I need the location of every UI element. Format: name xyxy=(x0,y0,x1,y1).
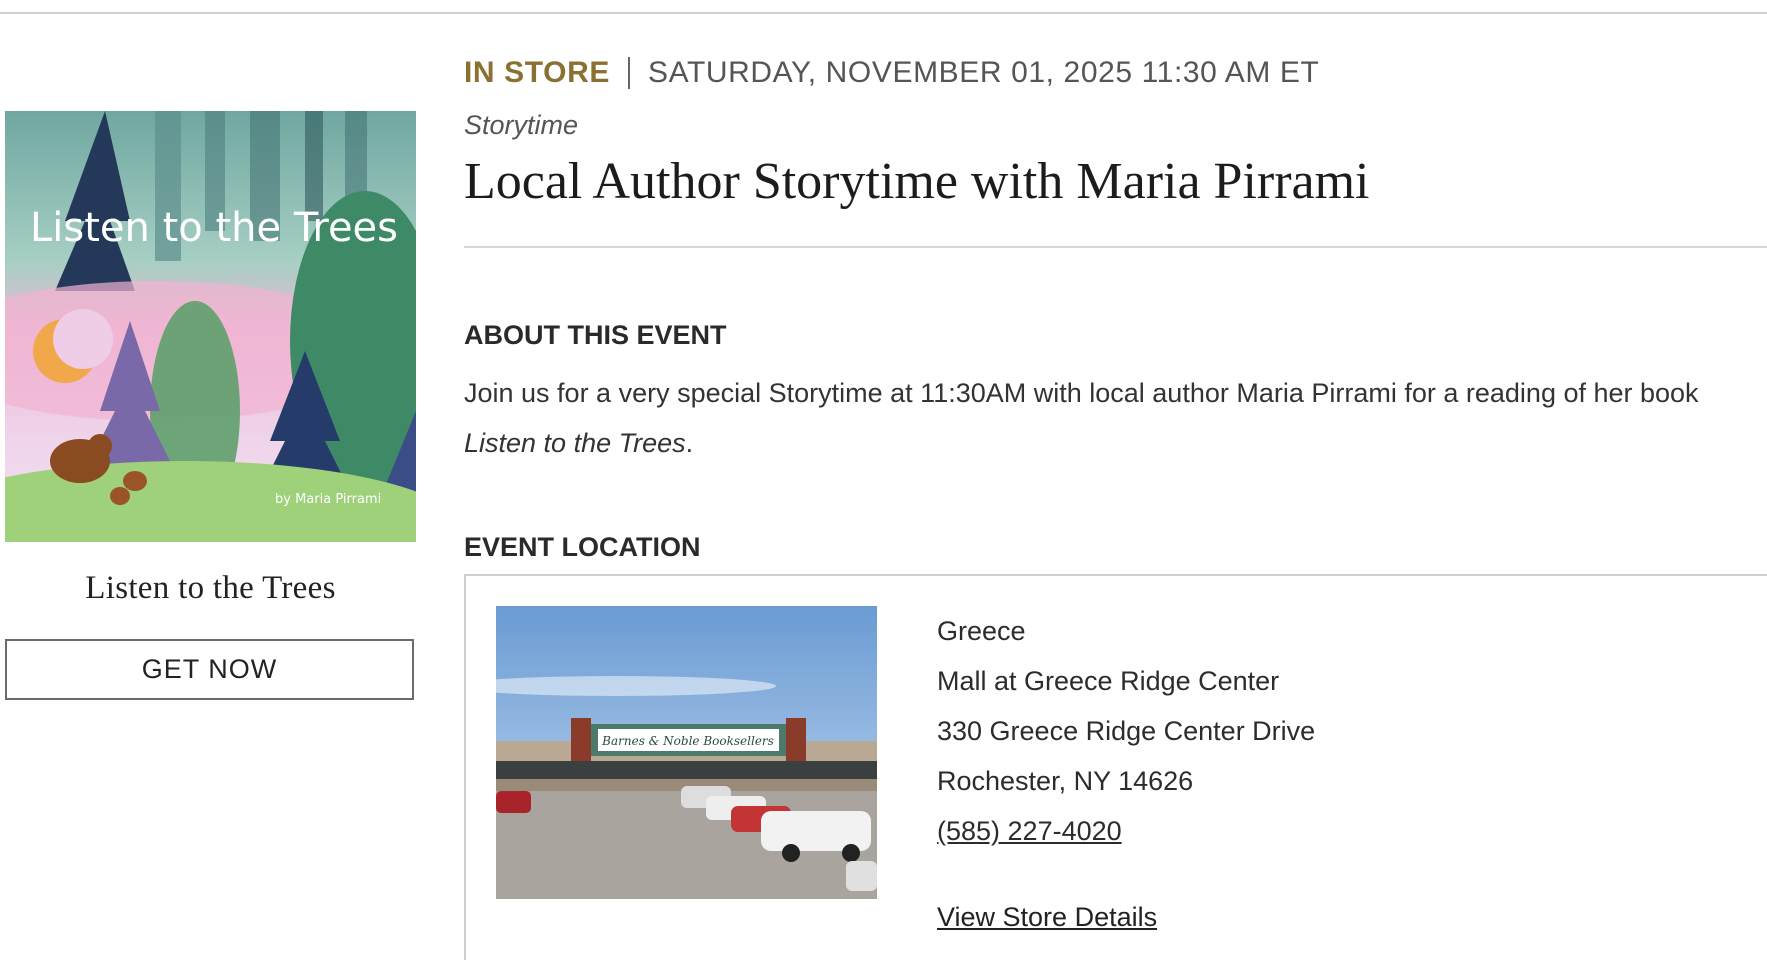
about-book-title: Listen to the Trees xyxy=(464,428,686,458)
location-heading: EVENT LOCATION xyxy=(464,532,701,562)
store-name: Greece xyxy=(937,616,1026,646)
view-store-details-link[interactable]: View Store Details xyxy=(937,902,1157,933)
book-cover-image[interactable]: Listen to the Trees by Maria Pirrami xyxy=(5,111,416,542)
store-photo: Barnes & Noble Booksellers xyxy=(496,606,877,899)
cover-author-text: by Maria Pirrami xyxy=(275,492,381,507)
about-text-start: Join us for a very special Storytime at … xyxy=(464,378,1699,408)
event-title: Local Author Storytime with Maria Pirram… xyxy=(464,153,1370,210)
store-city: Rochester, NY 14626 xyxy=(937,766,1194,796)
event-type-label: IN STORE xyxy=(464,56,610,89)
about-heading: ABOUT THIS EVENT xyxy=(464,320,727,350)
about-text-end: . xyxy=(685,428,694,458)
event-category: Storytime xyxy=(464,110,579,140)
book-title[interactable]: Listen to the Trees xyxy=(5,570,416,607)
store-sign-text: Barnes & Noble Booksellers xyxy=(601,734,774,748)
about-description: Join us for a very special Storytime at … xyxy=(464,368,1724,468)
event-meta: IN STORE SATURDAY, NOVEMBER 01, 2025 11:… xyxy=(464,56,1319,90)
cover-title-text: Listen to the Trees xyxy=(30,205,398,251)
title-divider xyxy=(464,246,1767,248)
store-phone-link[interactable]: (585) 227-4020 xyxy=(937,816,1122,847)
get-now-button[interactable]: GET NOW xyxy=(5,639,414,700)
store-street: 330 Greece Ridge Center Drive xyxy=(937,716,1316,746)
store-mall: Mall at Greece Ridge Center xyxy=(937,666,1280,696)
top-divider xyxy=(0,12,1767,14)
event-datetime: SATURDAY, NOVEMBER 01, 2025 11:30 AM ET xyxy=(647,56,1320,89)
meta-separator xyxy=(627,57,630,89)
